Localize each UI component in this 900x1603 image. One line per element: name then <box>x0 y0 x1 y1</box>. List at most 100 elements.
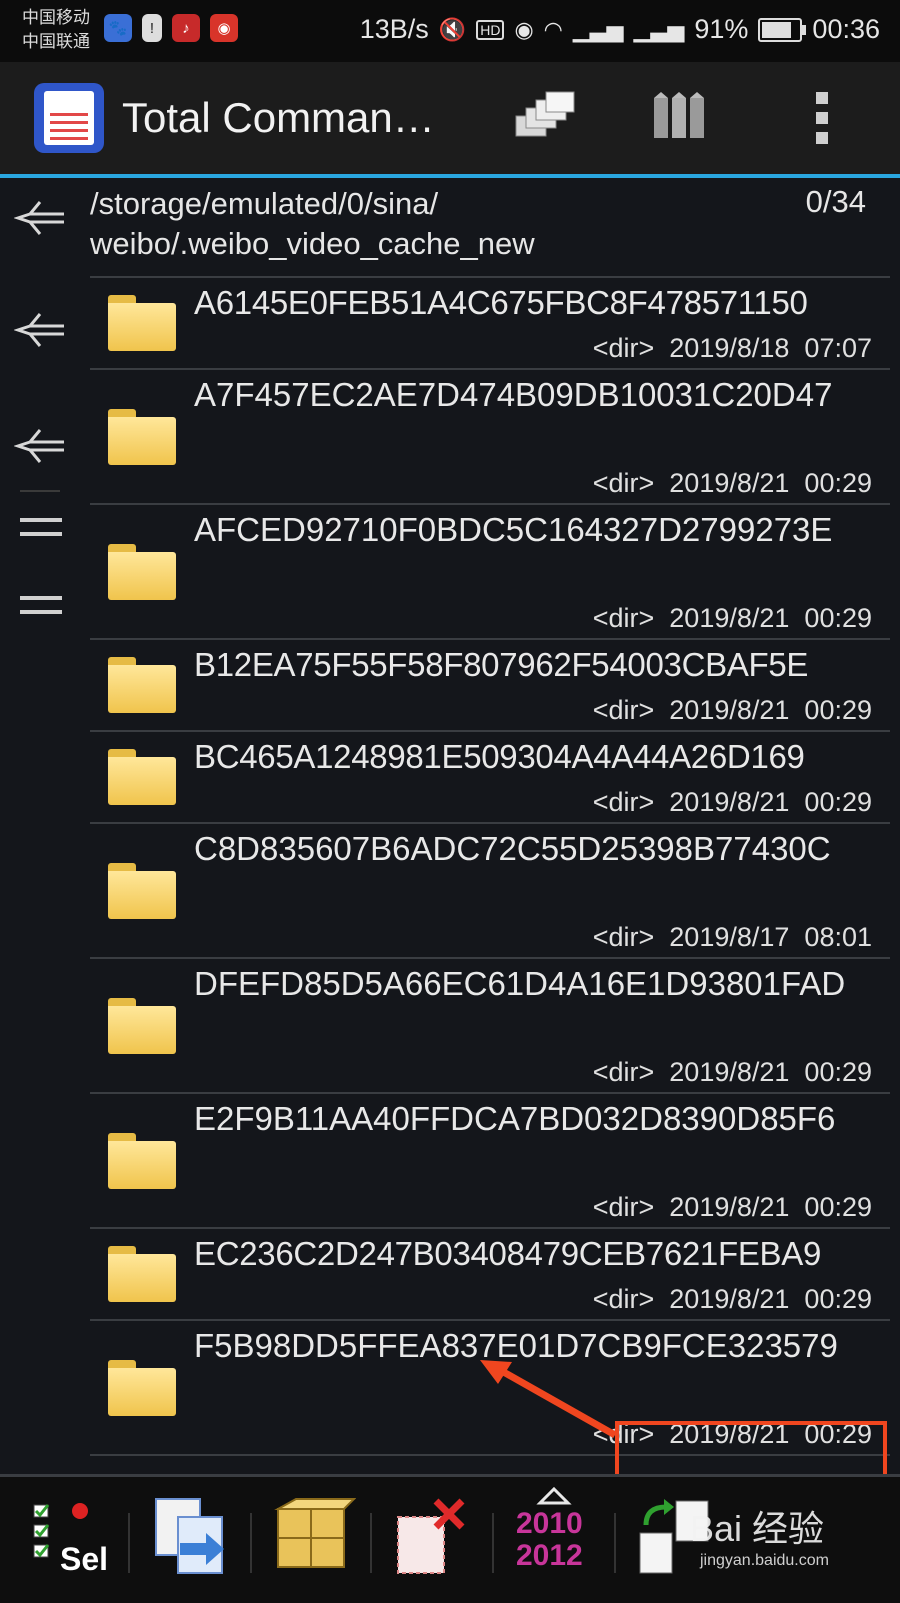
file-date: 2019/8/21 <box>669 603 790 633</box>
status-right: 13B/s 🔇 HD ◉ ◠ ▁▃▅ ▁▃▅ 91% 00:36 <box>360 14 880 45</box>
toolbar-divider <box>128 1513 130 1573</box>
file-date: 2019/8/21 <box>669 1192 790 1222</box>
folder-icon <box>108 749 176 805</box>
file-type: <dir> <box>592 922 655 952</box>
select-button[interactable]: Sel <box>30 1495 114 1579</box>
folder-icon <box>108 863 176 919</box>
delete-button[interactable] <box>392 1495 476 1579</box>
file-meta: <dir> 2019/8/21 00:29 <box>593 787 872 818</box>
carrier-2: 中国联通 <box>22 32 90 51</box>
path-line-2: weibo/.weibo_video_cache_new <box>90 226 535 261</box>
toolbar-divider <box>492 1513 494 1573</box>
file-row[interactable]: AFCED92710F0BDC5C164327D2799273E <dir> 20… <box>90 505 890 640</box>
folder-icon <box>108 544 176 600</box>
file-meta: <dir> 2019/8/21 00:29 <box>593 1192 872 1223</box>
file-name: A6145E0FEB51A4C675FBC8F478571150 <box>194 284 808 321</box>
file-date: 2019/8/21 <box>669 1057 790 1087</box>
folder-icon <box>108 1246 176 1302</box>
toolbar-divider <box>614 1513 616 1573</box>
file-meta: <dir> 2019/8/18 07:07 <box>593 333 872 364</box>
current-path[interactable]: /storage/emulated/0/sina/ weibo/.weibo_v… <box>90 184 790 264</box>
weibo-icon: ◉ <box>210 14 238 42</box>
file-type: <dir> <box>592 1192 655 1222</box>
file-row[interactable]: EC236C2D247B03408479CEB7621FEBA9 <dir> 20… <box>90 1229 890 1321</box>
baidu-icon: 🐾 <box>104 14 132 42</box>
file-name: AFCED92710F0BDC5C164327D2799273E <box>194 511 833 548</box>
battery-icon <box>758 17 807 42</box>
folder-icon <box>108 1133 176 1189</box>
file-name: C8D835607B6ADC72C55D25398B77430C <box>194 830 831 867</box>
file-time: 00:29 <box>804 695 872 725</box>
file-meta: <dir> 2019/8/21 00:29 <box>593 695 872 726</box>
copy-stack-button[interactable] <box>510 86 580 150</box>
select-label: Sel <box>60 1541 109 1577</box>
file-date: 2019/8/21 <box>669 695 790 725</box>
baidu-watermark-url: jingyan.baidu.com <box>700 1552 829 1569</box>
columns-icon <box>654 92 704 138</box>
app-icon-line <box>50 121 88 124</box>
file-time: 00:29 <box>804 1057 872 1087</box>
file-row[interactable]: C8D835607B6ADC72C55D25398B77430C <dir> 20… <box>90 824 890 959</box>
file-date: 2019/8/17 <box>669 922 790 952</box>
file-time: 00:29 <box>804 1284 872 1314</box>
file-meta: <dir> 2019/8/21 00:29 <box>593 468 872 499</box>
file-meta: <dir> 2019/8/21 00:29 <box>593 1057 872 1088</box>
file-name: B12EA75F55F58F807962F54003CBAF5E <box>194 646 809 683</box>
file-name: DFEFD85D5A66EC61D4A16E1D93801FAD <box>194 965 846 1002</box>
file-time: 00:29 <box>804 787 872 817</box>
file-name: EC236C2D247B03408479CEB7621FEBA9 <box>194 1235 822 1272</box>
title-bar: Total Comman… <box>0 62 900 178</box>
file-row[interactable]: BC465A1248981E509304A4A44A26D169 <dir> 20… <box>90 732 890 824</box>
equal-panels-icon[interactable] <box>20 518 62 548</box>
file-date: 2019/8/21 <box>669 787 790 817</box>
copy-arrow-icon <box>155 1498 224 1574</box>
file-row[interactable]: A7F457EC2AE7D474B09DB10031C20D47 <dir> 20… <box>90 370 890 505</box>
file-meta: <dir> 2019/8/17 08:01 <box>593 922 872 953</box>
archive-icon <box>274 1498 357 1568</box>
file-row[interactable]: E2F9B11AA40FFDCA7BD032D8390D85F6 <dir> 20… <box>90 1094 890 1229</box>
mute-icon: 🔇 <box>438 16 467 42</box>
back-arrow-icon[interactable] <box>14 424 68 468</box>
delete-icon <box>397 1498 465 1574</box>
file-row[interactable]: DFEFD85D5A66EC61D4A16E1D93801FAD <dir> 20… <box>90 959 890 1094</box>
toolbar-divider <box>370 1513 372 1573</box>
file-list[interactable]: A6145E0FEB51A4C675FBC8F478571150 <dir> 20… <box>90 276 890 1456</box>
folder-icon <box>108 409 176 465</box>
carrier-1: 中国移动 <box>22 8 90 27</box>
folder-icon <box>108 1360 176 1416</box>
overflow-menu-button[interactable] <box>816 92 830 152</box>
back-arrow-icon[interactable] <box>14 196 68 240</box>
folder-icon <box>108 998 176 1054</box>
clock: 00:36 <box>812 14 880 44</box>
toolbar-divider <box>250 1513 252 1573</box>
file-time: 07:07 <box>804 333 872 363</box>
baidu-watermark: Bai 经验 <box>690 1508 825 1549</box>
battery-percent: 91% <box>694 14 749 44</box>
file-row[interactable]: B12EA75F55F58F807962F54003CBAF5E <dir> 20… <box>90 640 890 732</box>
copy-move-button[interactable] <box>150 1495 234 1579</box>
file-type: <dir> <box>592 787 655 817</box>
file-name: BC465A1248981E509304A4A44A26D169 <box>194 738 805 775</box>
hd-icon: HD <box>476 19 505 40</box>
total-commander-icon[interactable] <box>34 83 104 153</box>
file-type: <dir> <box>592 1057 655 1087</box>
file-type: <dir> <box>592 1284 655 1314</box>
music-icon: ♪ <box>172 14 200 42</box>
alert-icon: ! <box>142 14 162 42</box>
app-icon-line <box>50 129 88 132</box>
eye-icon: ◉ <box>514 16 534 42</box>
file-date: 2019/8/21 <box>669 468 790 498</box>
sort-year-bottom: 2012 <box>516 1539 583 1572</box>
file-meta: <dir> 2019/8/21 00:29 <box>593 603 872 634</box>
annotation-arrow <box>480 1360 617 1439</box>
file-row[interactable]: A6145E0FEB51A4C675FBC8F478571150 <dir> 20… <box>90 276 890 370</box>
archive-button[interactable] <box>272 1495 357 1579</box>
file-type: <dir> <box>592 468 655 498</box>
menu-dot <box>816 92 828 104</box>
bookmarks-button[interactable] <box>650 86 720 150</box>
sort-by-date-button[interactable]: 2010 2012 <box>512 1487 596 1579</box>
file-date: 2019/8/21 <box>669 1284 790 1314</box>
app-icon-line <box>50 137 88 140</box>
equal-panels-icon[interactable] <box>20 596 62 626</box>
back-arrow-icon[interactable] <box>14 308 68 352</box>
